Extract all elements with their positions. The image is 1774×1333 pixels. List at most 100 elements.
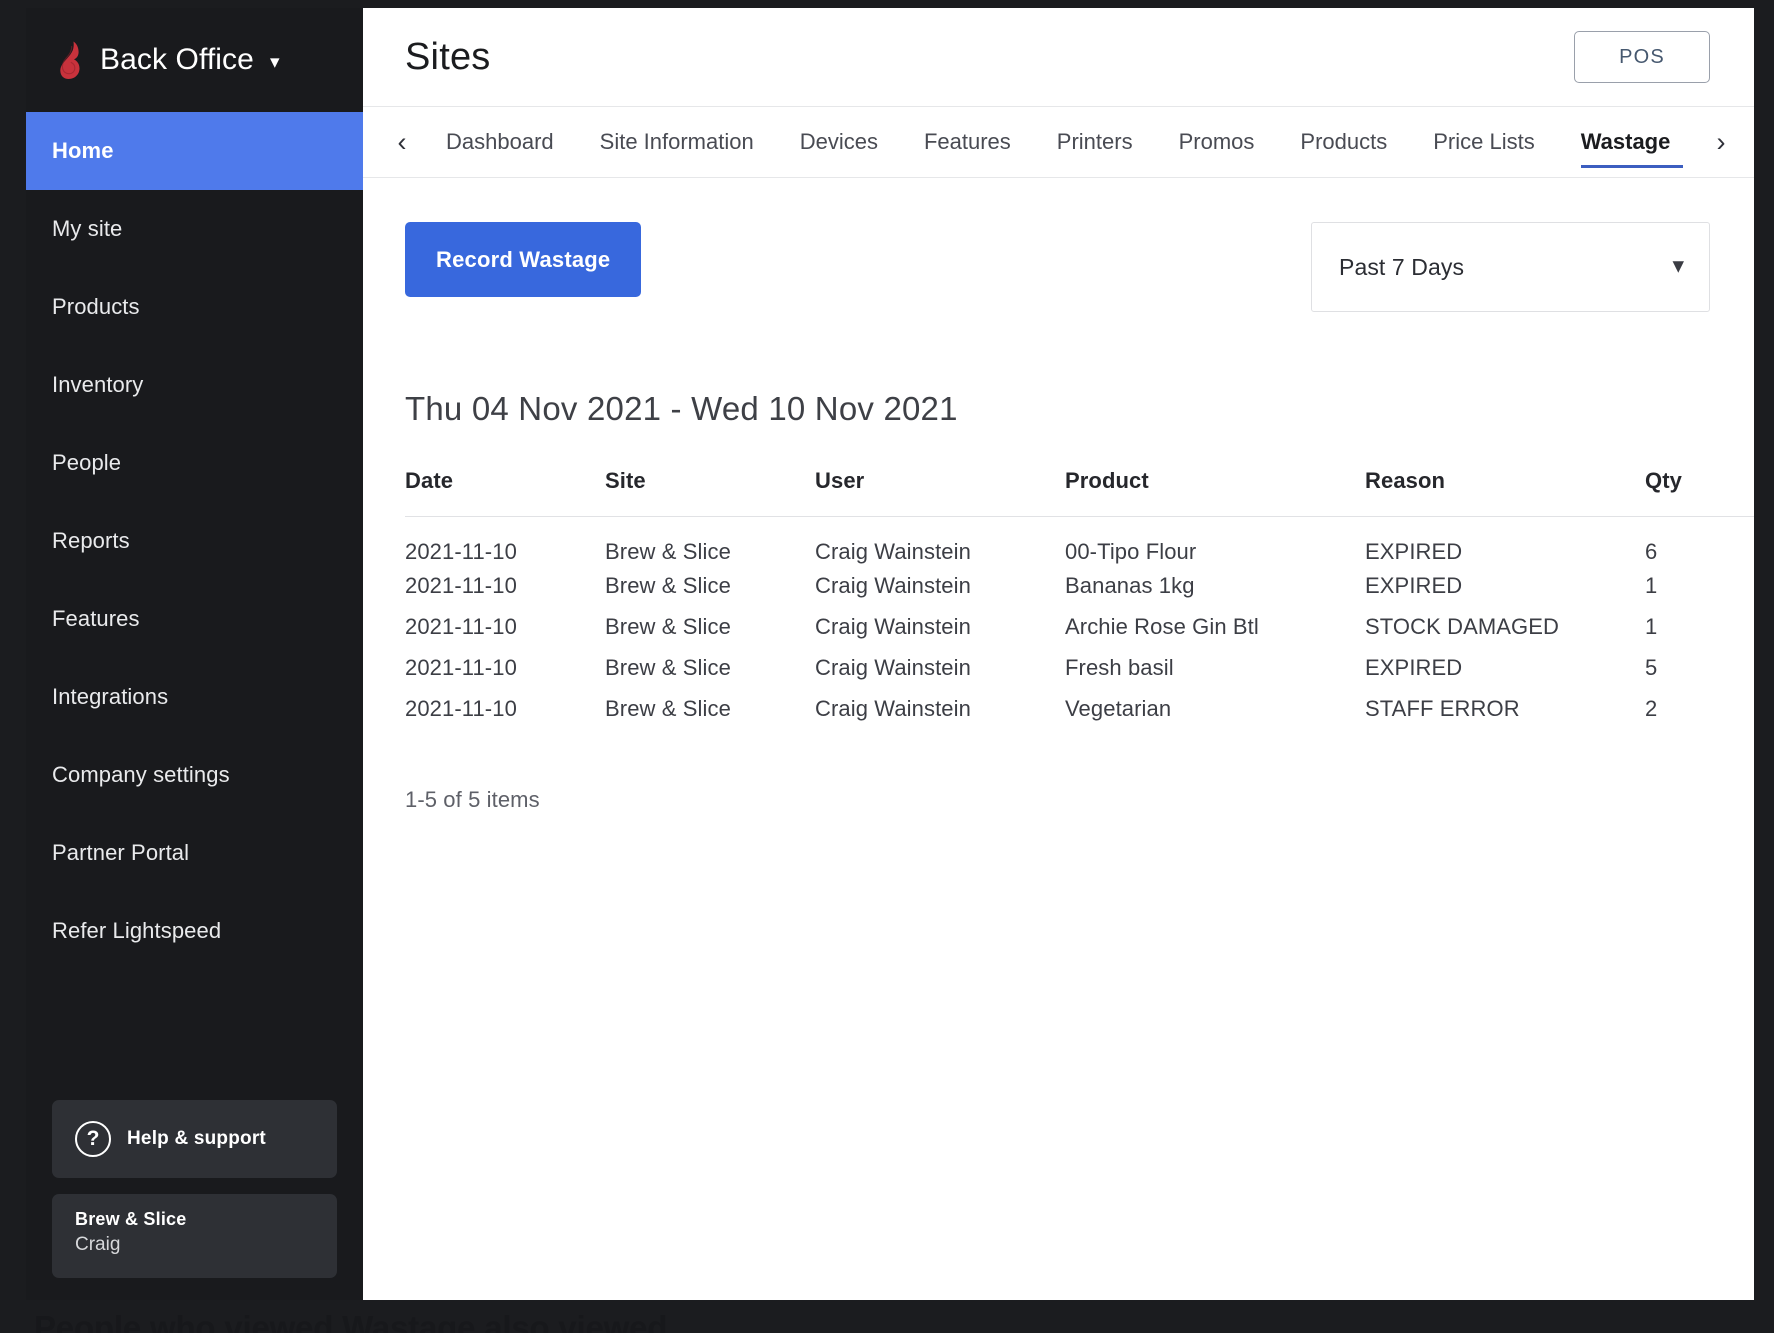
cell-product: 00-Tipo Flour bbox=[1065, 517, 1365, 566]
table-header: Date Site User Product Reason Qty bbox=[405, 468, 1754, 517]
column-header-qty[interactable]: Qty bbox=[1645, 468, 1754, 517]
date-range-select[interactable]: Past 7 Days ▾ bbox=[1311, 222, 1710, 312]
cell-reason: EXPIRED bbox=[1365, 565, 1645, 606]
cell-qty: 1 bbox=[1645, 606, 1754, 647]
cell-date: 2021-11-10 bbox=[405, 565, 605, 606]
sidebar-item-label: Home bbox=[52, 138, 114, 164]
tab-products[interactable]: Products bbox=[1277, 107, 1410, 177]
tab-label: Features bbox=[924, 129, 1011, 155]
sidebar-item-company-settings[interactable]: Company settings bbox=[26, 736, 363, 814]
background-right-strip bbox=[1756, 0, 1774, 1333]
tab-label: Wastage bbox=[1581, 129, 1671, 155]
sidebar-item-label: Partner Portal bbox=[52, 840, 189, 866]
table-row[interactable]: 2021-11-10 Brew & Slice Craig Wainstein … bbox=[405, 688, 1754, 729]
sidebar-item-label: Products bbox=[52, 294, 140, 320]
column-header-site[interactable]: Site bbox=[605, 468, 815, 517]
pagination-summary: 1-5 of 5 items bbox=[405, 787, 1710, 813]
column-header-product[interactable]: Product bbox=[1065, 468, 1365, 517]
chevron-right-icon[interactable]: › bbox=[1700, 107, 1742, 177]
tab-label: Printers bbox=[1057, 129, 1133, 155]
sidebar-item-label: Integrations bbox=[52, 684, 168, 710]
cell-site: Brew & Slice bbox=[605, 606, 815, 647]
pos-button[interactable]: POS bbox=[1574, 31, 1710, 83]
cell-product: Vegetarian bbox=[1065, 688, 1365, 729]
sidebar-item-label: My site bbox=[52, 216, 122, 242]
cell-date: 2021-11-10 bbox=[405, 647, 605, 688]
app-panel: Back Office ▾ Home My site Products Inve… bbox=[26, 8, 1754, 1300]
table-body: 2021-11-10 Brew & Slice Craig Wainstein … bbox=[405, 517, 1754, 730]
tab-printers[interactable]: Printers bbox=[1034, 107, 1156, 177]
tab-list: Dashboard Site Information Devices Featu… bbox=[423, 107, 1700, 177]
sidebar-item-people[interactable]: People bbox=[26, 424, 363, 502]
cell-date: 2021-11-10 bbox=[405, 606, 605, 647]
cell-product: Archie Rose Gin Btl bbox=[1065, 606, 1365, 647]
cell-date: 2021-11-10 bbox=[405, 517, 605, 566]
tab-dashboard[interactable]: Dashboard bbox=[423, 107, 577, 177]
cell-site: Brew & Slice bbox=[605, 565, 815, 606]
cell-site: Brew & Slice bbox=[605, 688, 815, 729]
sidebar-item-label: Features bbox=[52, 606, 140, 632]
column-header-date[interactable]: Date bbox=[405, 468, 605, 517]
chevron-left-icon[interactable]: ‹ bbox=[381, 107, 423, 177]
help-and-support-button[interactable]: ? Help & support bbox=[52, 1100, 337, 1178]
tab-features[interactable]: Features bbox=[901, 107, 1034, 177]
sidebar-nav: Home My site Products Inventory People R… bbox=[26, 112, 363, 970]
user-site-name: Brew & Slice bbox=[75, 1206, 337, 1232]
cell-date: 2021-11-10 bbox=[405, 688, 605, 729]
content-toolbar: Record Wastage Past 7 Days ▾ bbox=[405, 222, 1710, 312]
sidebar-item-inventory[interactable]: Inventory bbox=[26, 346, 363, 424]
sidebar-item-my-site[interactable]: My site bbox=[26, 190, 363, 268]
table-row[interactable]: 2021-11-10 Brew & Slice Craig Wainstein … bbox=[405, 517, 1754, 566]
cell-qty: 5 bbox=[1645, 647, 1754, 688]
cell-user: Craig Wainstein bbox=[815, 688, 1065, 729]
sidebar-item-refer-lightspeed[interactable]: Refer Lightspeed bbox=[26, 892, 363, 970]
date-range-heading: Thu 04 Nov 2021 - Wed 10 Nov 2021 bbox=[405, 390, 1710, 428]
tab-wastage[interactable]: Wastage bbox=[1558, 107, 1694, 177]
cell-reason: STOCK DAMAGED bbox=[1365, 606, 1645, 647]
content-area: Record Wastage Past 7 Days ▾ Thu 04 Nov … bbox=[363, 178, 1754, 1300]
sidebar-item-reports[interactable]: Reports bbox=[26, 502, 363, 580]
sidebar-item-label: People bbox=[52, 450, 121, 476]
main-column: Sites POS ‹ Dashboard Site Information D… bbox=[363, 8, 1754, 1300]
sidebar-item-partner-portal[interactable]: Partner Portal bbox=[26, 814, 363, 892]
sidebar-item-label: Company settings bbox=[52, 762, 230, 788]
tab-promos[interactable]: Promos bbox=[1156, 107, 1278, 177]
page-title: Sites bbox=[405, 36, 490, 79]
sidebar-item-integrations[interactable]: Integrations bbox=[26, 658, 363, 736]
sidebar-item-home[interactable]: Home bbox=[26, 112, 363, 190]
column-header-user[interactable]: User bbox=[815, 468, 1065, 517]
table-row[interactable]: 2021-11-10 Brew & Slice Craig Wainstein … bbox=[405, 565, 1754, 606]
question-circle-icon: ? bbox=[75, 1121, 111, 1157]
background-section-heading: People who viewed Wastage also viewed bbox=[34, 1309, 667, 1333]
column-header-reason[interactable]: Reason bbox=[1365, 468, 1645, 517]
cell-reason: EXPIRED bbox=[1365, 517, 1645, 566]
cell-reason: STAFF ERROR bbox=[1365, 688, 1645, 729]
chevron-down-icon: ▾ bbox=[1672, 254, 1684, 277]
table-row[interactable]: 2021-11-10 Brew & Slice Craig Wainstein … bbox=[405, 647, 1754, 688]
cell-reason: EXPIRED bbox=[1365, 647, 1645, 688]
user-display-name: Craig bbox=[75, 1232, 337, 1259]
tab-label: Devices bbox=[800, 129, 878, 155]
cell-product: Fresh basil bbox=[1065, 647, 1365, 688]
tab-devices[interactable]: Devices bbox=[777, 107, 901, 177]
sidebar-item-features[interactable]: Features bbox=[26, 580, 363, 658]
brand-menu[interactable]: Back Office ▾ bbox=[26, 8, 363, 112]
sidebar: Back Office ▾ Home My site Products Inve… bbox=[26, 8, 363, 1300]
record-wastage-button[interactable]: Record Wastage bbox=[405, 222, 641, 297]
page-header: Sites POS bbox=[363, 8, 1754, 107]
tab-label: Site Information bbox=[600, 129, 754, 155]
sidebar-item-products[interactable]: Products bbox=[26, 268, 363, 346]
user-account-card[interactable]: Brew & Slice Craig bbox=[52, 1194, 337, 1278]
tab-site-information[interactable]: Site Information bbox=[577, 107, 777, 177]
brand-title: Back Office bbox=[100, 43, 254, 77]
screen-root: People who viewed Wastage also viewed Ba… bbox=[0, 0, 1774, 1333]
table-row[interactable]: 2021-11-10 Brew & Slice Craig Wainstein … bbox=[405, 606, 1754, 647]
wastage-table: Date Site User Product Reason Qty 2021-1… bbox=[405, 468, 1754, 729]
sidebar-spacer bbox=[26, 970, 363, 1100]
sidebar-item-label: Reports bbox=[52, 528, 130, 554]
cell-qty: 1 bbox=[1645, 565, 1754, 606]
cell-product: Bananas 1kg bbox=[1065, 565, 1365, 606]
cell-user: Craig Wainstein bbox=[815, 606, 1065, 647]
cell-site: Brew & Slice bbox=[605, 647, 815, 688]
tab-price-lists[interactable]: Price Lists bbox=[1410, 107, 1557, 177]
